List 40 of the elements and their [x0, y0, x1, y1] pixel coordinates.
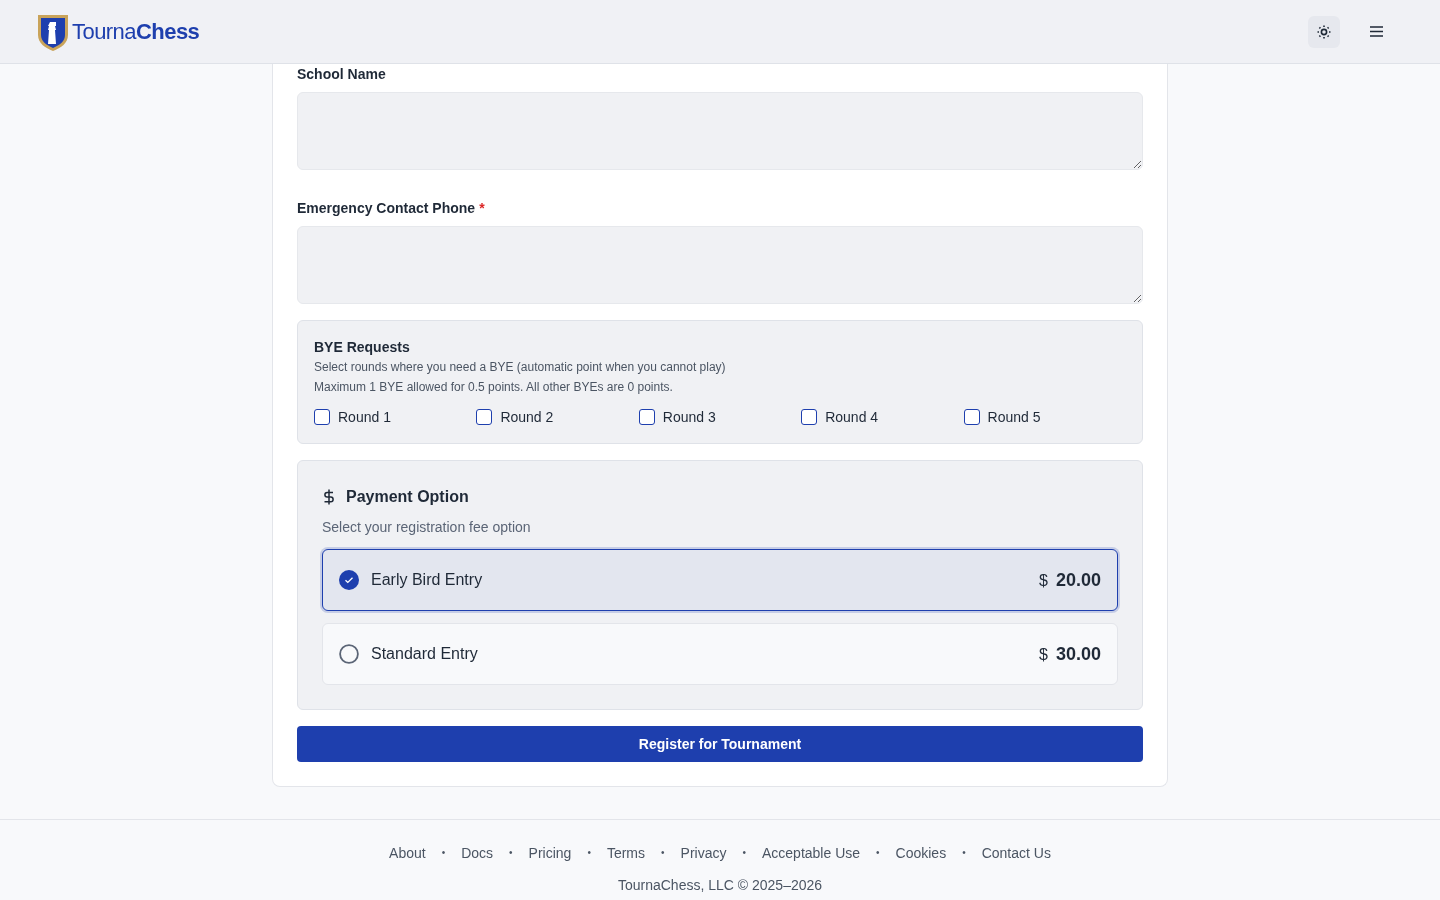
separator-dot: • [509, 845, 513, 860]
text-area-field[interactable] [297, 92, 1143, 170]
section-subtitle: Select your registration fee option [322, 518, 532, 537]
round-checkbox[interactable]: Round 2 [476, 407, 639, 427]
round-checkbox[interactable]: Round 4 [801, 407, 964, 427]
help-text: Maximum 1 BYE allowed for 0.5 points. All other BYEs are 0 points. [314, 379, 674, 396]
radio-checked-icon [339, 570, 359, 590]
separator-dot: • [876, 845, 880, 860]
help-text: Select rounds where you need a BYE (automatic point when you cannot play) [314, 359, 727, 376]
copyright-text: TournaChess, LLC © 2025–2026 [617, 876, 823, 895]
dollar-icon [322, 489, 336, 505]
menu-icon [1369, 26, 1383, 37]
text-area-field[interactable] [297, 226, 1143, 304]
separator-dot: • [661, 845, 665, 860]
section-title: Payment Option [346, 487, 469, 507]
logo-text[interactable]: TournaChess [72, 15, 200, 48]
footer-link[interactable]: About [389, 843, 426, 863]
footer-link[interactable]: Contact Us [981, 843, 1051, 863]
footer-link[interactable]: Acceptable Use [762, 843, 861, 863]
separator-dot: • [742, 845, 746, 860]
round-checkbox[interactable]: Round 5 [963, 407, 1126, 427]
payment-option[interactable]: Standard Entry $ 30.00 [322, 623, 1118, 685]
separator-dot: • [441, 845, 446, 860]
register-button[interactable]: Register for Tournament [297, 726, 1143, 762]
section-title: BYE Requests [314, 338, 411, 357]
footer-link[interactable]: Terms [606, 843, 646, 863]
theme-toggle-button[interactable] [1308, 15, 1340, 48]
footer-link[interactable]: Cookies [895, 843, 947, 863]
footer-link[interactable]: Privacy [680, 843, 727, 863]
field-label: School Name [297, 65, 387, 84]
payment-option[interactable]: Early Bird Entry $ 20.00 [322, 549, 1118, 611]
separator-dot: • [587, 845, 591, 860]
round-checkbox[interactable]: Round 1 [314, 407, 477, 427]
sun-icon [1317, 24, 1331, 39]
round-checkbox[interactable]: Round 3 [638, 407, 802, 427]
separator-dot: • [962, 845, 966, 860]
field-label: Emergency Contact Phone * [297, 199, 486, 218]
footer-link[interactable]: Pricing [528, 843, 572, 863]
radio-unchecked-icon [339, 644, 359, 664]
footer-link[interactable]: Docs [461, 843, 494, 863]
